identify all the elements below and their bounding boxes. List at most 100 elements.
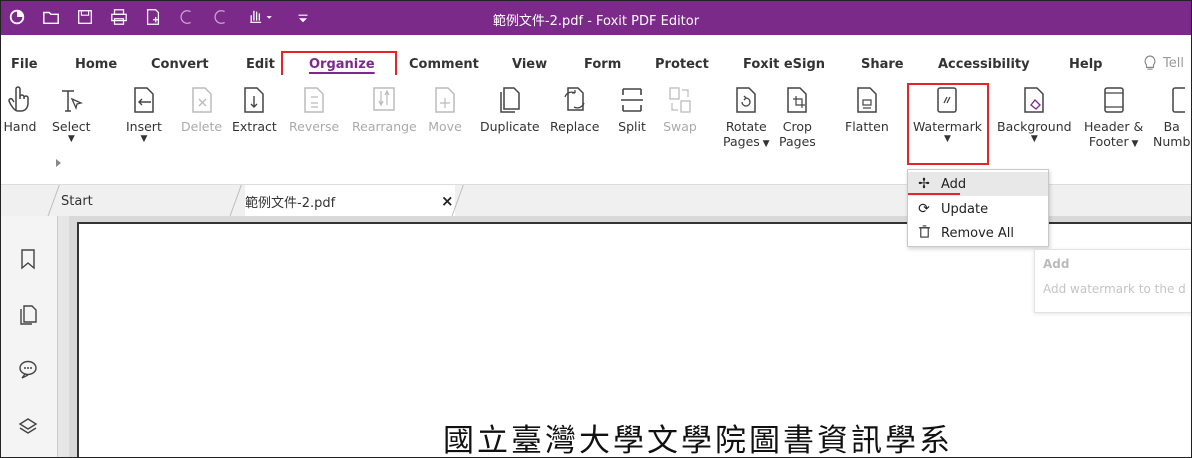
reverse-pages-button[interactable]: Reverse bbox=[289, 79, 339, 134]
tab-edit[interactable]: Edit bbox=[246, 57, 275, 72]
move-label: Move bbox=[428, 119, 462, 134]
navigation-panel bbox=[1, 216, 58, 457]
select-tool-button[interactable]: Select ▼ bbox=[52, 79, 91, 144]
chevron-down-icon: ▼ bbox=[759, 139, 770, 149]
remove-all-label: Remove All bbox=[941, 225, 1015, 241]
swap-pages-button[interactable]: Swap bbox=[663, 79, 697, 134]
tab-share[interactable]: Share bbox=[861, 57, 904, 72]
expand-panel-arrow-icon[interactable] bbox=[56, 159, 61, 167]
title-bar: 範例文件-2.pdf - Foxit PDF Editor bbox=[1, 1, 1191, 35]
bates-icon bbox=[1155, 83, 1189, 117]
header-footer-button[interactable]: Header & Footer ▼ bbox=[1084, 79, 1143, 149]
header-footer-icon bbox=[1097, 83, 1131, 117]
insert-label: Insert bbox=[126, 119, 162, 134]
flatten-icon bbox=[850, 83, 884, 117]
split-document-button[interactable]: Split bbox=[615, 79, 649, 134]
update-label: Update bbox=[941, 201, 989, 217]
reverse-label: Reverse bbox=[289, 119, 340, 134]
tab-convert[interactable]: Convert bbox=[151, 57, 209, 72]
header-footer-label: Header & bbox=[1084, 119, 1144, 134]
insert-page-icon bbox=[127, 83, 161, 117]
header-footer-label2: Footer ▼ bbox=[1088, 134, 1139, 149]
lightbulb-icon bbox=[1144, 55, 1156, 70]
add-icon: ✢ bbox=[918, 176, 930, 192]
add-label: Add bbox=[941, 176, 967, 192]
flatten-label: Flatten bbox=[845, 119, 889, 134]
tab-divider bbox=[47, 185, 60, 217]
insert-pages-button[interactable]: Insert ▼ bbox=[126, 79, 162, 144]
ribbon-toolbar: Hand Select ▼ Insert ▼ Delete Extract Re… bbox=[1, 75, 1191, 181]
layers-icon[interactable] bbox=[17, 416, 41, 440]
replace-pages-button[interactable]: Replace bbox=[550, 79, 599, 134]
comments-icon[interactable] bbox=[17, 358, 41, 382]
tooltip-title: Add bbox=[1043, 257, 1070, 271]
extract-page-icon bbox=[237, 83, 271, 117]
tab-protect[interactable]: Protect bbox=[655, 57, 709, 72]
crop-pages-button[interactable]: Crop Pages bbox=[779, 79, 816, 149]
close-tab-icon[interactable]: × bbox=[441, 192, 454, 210]
rearrange-pages-button[interactable]: Rearrange bbox=[352, 79, 417, 134]
watermark-menu: ✢ Add ⟳ Update Remove All bbox=[907, 169, 1049, 247]
move-page-icon bbox=[428, 83, 462, 117]
bates-label: Ba bbox=[1163, 119, 1180, 134]
update-icon: ⟳ bbox=[918, 201, 930, 217]
hand-tool-button[interactable]: Hand bbox=[3, 79, 37, 134]
tab-foxit-esign[interactable]: Foxit eSign bbox=[743, 57, 825, 72]
bates-number-button[interactable]: Ba Numb bbox=[1153, 79, 1190, 149]
tab-help[interactable]: Help bbox=[1069, 57, 1102, 72]
document-tab-label: 範例文件-2.pdf bbox=[245, 195, 336, 211]
rotate-label2: Pages ▼ bbox=[723, 134, 770, 149]
tab-home[interactable]: Home bbox=[75, 57, 117, 72]
tab-divider bbox=[229, 185, 242, 217]
rotate-label: Rotate bbox=[725, 119, 767, 134]
reverse-icon bbox=[297, 83, 331, 117]
document-heading: 國立臺灣大學文學院圖書資訊學系 bbox=[443, 423, 953, 458]
add-tooltip: Add Add watermark to the d bbox=[1034, 249, 1191, 313]
bates-label2: Numb bbox=[1153, 134, 1191, 149]
rearrange-label: Rearrange bbox=[352, 119, 417, 134]
tab-file[interactable]: File bbox=[11, 57, 38, 72]
delete-page-icon bbox=[185, 83, 219, 117]
tab-accessibility[interactable]: Accessibility bbox=[938, 57, 1030, 72]
split-icon bbox=[615, 83, 649, 117]
start-tab-label: Start bbox=[61, 193, 93, 209]
replace-icon bbox=[558, 83, 592, 117]
replace-label: Replace bbox=[550, 119, 600, 134]
crop-label2: Pages bbox=[779, 134, 816, 149]
tell-me-label: Tell bbox=[1163, 55, 1184, 71]
flatten-button[interactable]: Flatten bbox=[845, 79, 889, 134]
watermark-update-item[interactable]: ⟳ Update bbox=[908, 197, 1048, 221]
rotate-icon bbox=[729, 83, 763, 117]
hand-label: Hand bbox=[3, 119, 37, 134]
document-tab[interactable]: 範例文件-2.pdf bbox=[245, 185, 455, 217]
background-button[interactable]: Background ▼ bbox=[997, 79, 1072, 144]
panel-gutter bbox=[58, 216, 69, 457]
crop-label: Crop bbox=[782, 119, 812, 134]
duplicate-label: Duplicate bbox=[480, 119, 540, 134]
highlight-watermark-button bbox=[907, 83, 989, 165]
swap-label: Swap bbox=[663, 119, 697, 134]
extract-label: Extract bbox=[232, 119, 277, 134]
tooltip-description: Add watermark to the d bbox=[1043, 282, 1186, 296]
tab-view[interactable]: View bbox=[512, 57, 547, 72]
bookmark-icon[interactable] bbox=[17, 248, 41, 272]
tab-comment[interactable]: Comment bbox=[409, 57, 479, 72]
extract-pages-button[interactable]: Extract bbox=[232, 79, 277, 134]
tell-me-box[interactable]: Tell bbox=[1143, 55, 1184, 71]
delete-label: Delete bbox=[181, 119, 223, 134]
crop-icon bbox=[780, 83, 814, 117]
chevron-down-icon: ▼ bbox=[1128, 139, 1139, 149]
highlight-add-underline bbox=[908, 193, 960, 195]
swap-icon bbox=[663, 83, 697, 117]
chevron-down-icon: ▼ bbox=[67, 134, 75, 144]
move-pages-button[interactable]: Move bbox=[428, 79, 462, 134]
tab-form[interactable]: Form bbox=[584, 57, 621, 72]
duplicate-icon bbox=[493, 83, 527, 117]
start-tab[interactable]: Start bbox=[61, 185, 93, 217]
rotate-pages-button[interactable]: Rotate Pages ▼ bbox=[723, 79, 770, 149]
pages-icon[interactable] bbox=[17, 304, 41, 328]
watermark-remove-all-item[interactable]: Remove All bbox=[908, 221, 1048, 245]
delete-pages-button[interactable]: Delete bbox=[181, 79, 222, 134]
chevron-down-icon: ▼ bbox=[1030, 134, 1038, 144]
duplicate-pages-button[interactable]: Duplicate bbox=[480, 79, 540, 134]
